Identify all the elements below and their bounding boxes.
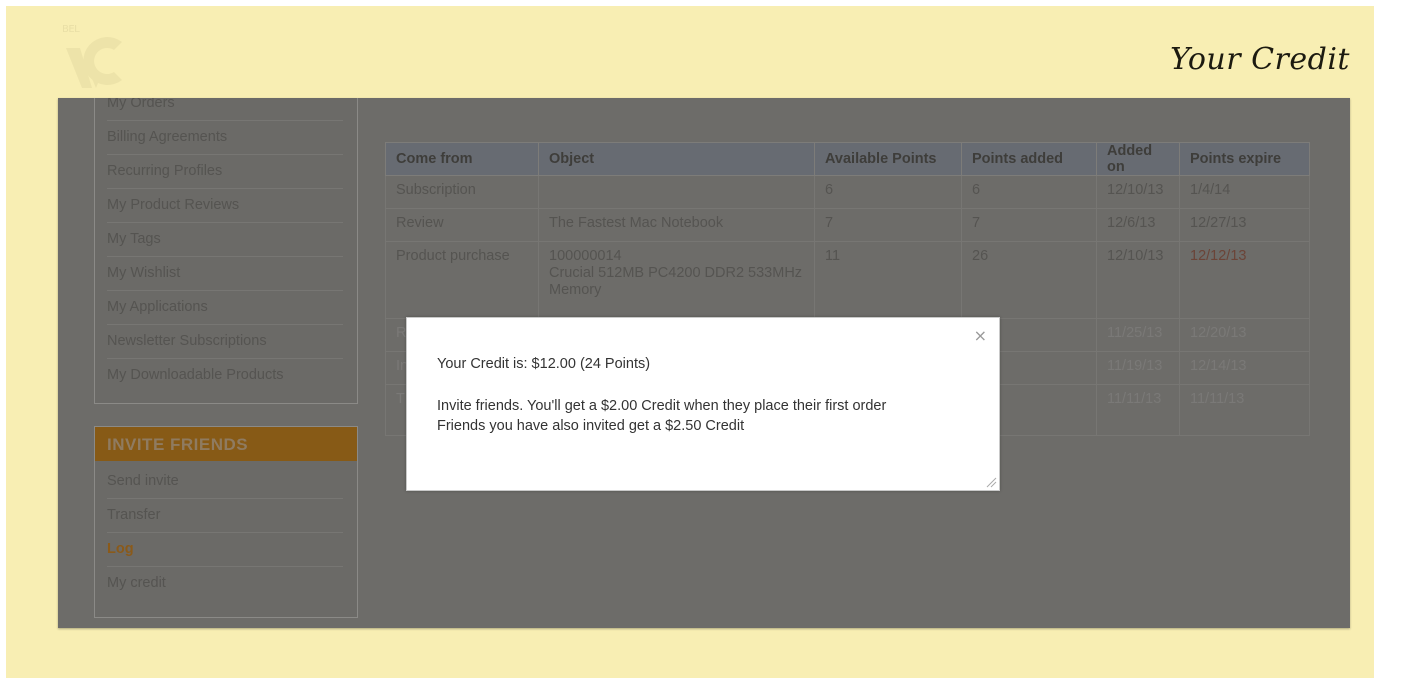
account-nav-item-recurring-profiles[interactable]: Recurring Profiles [107,155,343,189]
cell-added-on: 12/10/13 [1096,241,1180,319]
cell-added-on: 11/19/13 [1096,351,1180,385]
table-row: Review The Fastest Mac Notebook 7 7 12/6… [385,208,1310,242]
cell-available-points: 7 [814,208,962,242]
cell-points-expire: 12/27/13 [1179,208,1310,242]
invite-nav-item-transfer[interactable]: Transfer [107,499,343,533]
col-header-added-on: Added on [1096,142,1180,176]
cell-object: The Fastest Mac Notebook [538,208,815,242]
cell-points-added: 6 [961,175,1097,209]
cell-points-expire: 11/11/13 [1179,384,1310,436]
account-nav-item-billing-agreements[interactable]: Billing Agreements [107,121,343,155]
friends-reward-text: Friends you have also invited get a $2.5… [437,418,745,434]
cell-come-from: Review [385,208,539,242]
page-title: Your Credit [1170,42,1350,77]
account-nav-item-tags[interactable]: My Tags [107,223,343,257]
account-nav: My Orders Billing Agreements Recurring P… [94,98,358,404]
account-nav-item-newsletter[interactable]: Newsletter Subscriptions [107,325,343,359]
col-header-points-expire: Points expire [1179,142,1310,176]
cell-object [538,175,815,209]
cell-available-points: 6 [814,175,962,209]
account-nav-item-my-orders[interactable]: My Orders [107,98,343,121]
close-icon[interactable]: × [974,326,987,345]
cell-added-on: 12/6/13 [1096,208,1180,242]
col-header-object: Object [538,142,815,176]
cell-points-added: 26 [961,241,1097,319]
logo-text: BEL [62,24,80,35]
invite-friends-heading: INVITE FRIENDS [95,427,357,461]
invite-nav-item-my-credit[interactable]: My credit [107,567,343,600]
invite-reward-text: Invite friends. You'll get a $2.00 Credi… [437,398,887,414]
cell-come-from: Product purchase [385,241,539,319]
table-header-row: Come from Object Available Points Points… [385,142,1310,176]
cell-object: 100000014 Crucial 512MB PC4200 DDR2 533M… [538,241,815,319]
account-nav-item-product-reviews[interactable]: My Product Reviews [107,189,343,223]
col-header-come-from: Come from [385,142,539,176]
invite-nav-item-send-invite[interactable]: Send invite [107,465,343,499]
cell-points-expire: 12/20/13 [1179,318,1310,352]
cell-added-on: 11/25/13 [1096,318,1180,352]
cell-available-points: 11 [814,241,962,319]
invite-friends-nav: INVITE FRIENDS Send invite Transfer Log … [94,426,358,618]
account-nav-item-applications[interactable]: My Applications [107,291,343,325]
table-row: Subscription 6 6 12/10/13 1/4/14 [385,175,1310,209]
cell-added-on: 11/11/13 [1096,384,1180,436]
table-row: Product purchase 100000014 Crucial 512MB… [385,241,1310,319]
account-nav-item-downloadable-products[interactable]: My Downloadable Products [107,359,343,392]
col-header-available-points: Available Points [814,142,962,176]
cell-added-on: 12/10/13 [1096,175,1180,209]
credit-info-modal: × Your Credit is: $12.00 (24 Points) Inv… [406,317,1000,491]
credit-balance-text: Your Credit is: $12.00 (24 Points) [437,356,651,372]
modal-body: Your Credit is: $12.00 (24 Points) Invit… [437,354,979,436]
cell-points-added: 7 [961,208,1097,242]
cell-points-expire: 12/12/13 [1179,241,1310,319]
col-header-points-added: Points added [961,142,1097,176]
invite-nav-item-log[interactable]: Log [107,533,343,567]
resize-grip-icon[interactable] [985,476,997,488]
account-nav-item-wishlist[interactable]: My Wishlist [107,257,343,291]
cell-come-from: Subscription [385,175,539,209]
cell-points-expire: 12/14/13 [1179,351,1310,385]
belvg-logo-icon: BEL [62,24,132,96]
cell-points-expire: 1/4/14 [1179,175,1310,209]
